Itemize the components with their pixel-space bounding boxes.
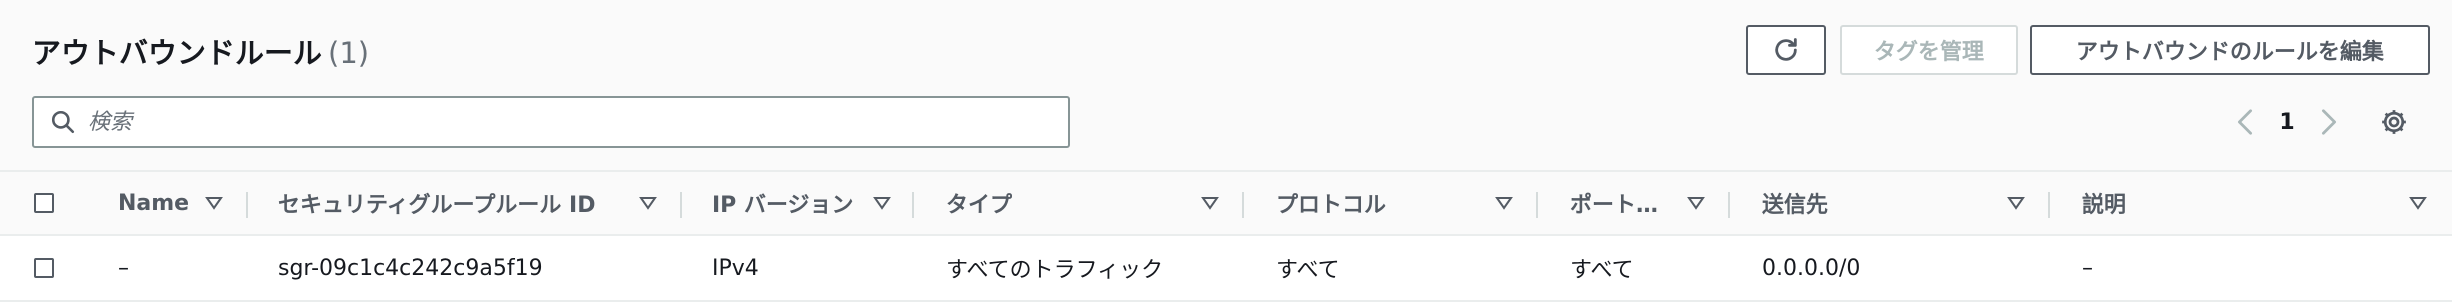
table-row[interactable]: – sgr-09c1c4c242c9a5f19 IPv4 すべてのトラフィック …	[0, 236, 2452, 300]
cell-type: すべてのトラフィック	[946, 258, 1164, 283]
current-page-number[interactable]: 1	[2272, 100, 2302, 144]
cell-rule-id: sgr-09c1c4c242c9a5f19	[278, 255, 543, 281]
select-all-checkbox[interactable]	[34, 193, 54, 213]
gear-icon	[2382, 110, 2406, 134]
cell-destination: 0.0.0.0/0	[1762, 255, 1861, 281]
sort-destination-icon[interactable]	[2006, 172, 2026, 234]
manage-tags-button[interactable]: タグを管理	[1840, 25, 2018, 75]
cell-port: すべて	[1570, 258, 1634, 283]
row-checkbox[interactable]	[34, 258, 54, 278]
sort-protocol-icon[interactable]	[1494, 172, 1514, 234]
column-divider[interactable]	[1242, 192, 1244, 218]
sort-rule-id-icon[interactable]	[638, 172, 658, 234]
column-header-rule-id[interactable]: セキュリティグループルール ID	[278, 172, 595, 234]
sort-ip-version-icon[interactable]	[872, 172, 892, 234]
rule-count: (1)	[328, 36, 370, 70]
row-checkbox-cell[interactable]	[34, 236, 54, 300]
column-divider[interactable]	[912, 192, 914, 218]
table-settings-button[interactable]	[2376, 104, 2412, 140]
column-header-protocol[interactable]: プロトコル	[1276, 172, 1386, 234]
sort-description-icon[interactable]	[2408, 172, 2428, 234]
select-all-checkbox-cell[interactable]	[34, 172, 54, 234]
refresh-icon	[1775, 38, 1797, 61]
column-header-type[interactable]: タイプ	[946, 172, 1012, 234]
search-input[interactable]	[86, 108, 990, 136]
search-icon	[48, 107, 78, 137]
column-header-ip-version[interactable]: IP バージョン	[712, 172, 854, 234]
column-divider[interactable]	[2048, 192, 2050, 218]
chevron-left-icon	[2238, 109, 2252, 135]
column-divider[interactable]	[246, 192, 248, 218]
page-title: アウトバウンドルール (1)	[32, 30, 369, 72]
table-header: Name セキュリティグループルール ID IP バージョン タイプ プロトコル…	[0, 170, 2452, 236]
refresh-button[interactable]	[1746, 25, 1826, 75]
cell-ip-version: IPv4	[712, 255, 759, 281]
cell-protocol: すべて	[1276, 258, 1340, 283]
sort-name-icon[interactable]	[204, 172, 224, 234]
cell-description: –	[2082, 255, 2093, 281]
edit-outbound-rules-button[interactable]: アウトバウンドのルールを編集	[2030, 25, 2430, 75]
chevron-right-icon	[2322, 109, 2336, 135]
search-field[interactable]	[32, 96, 1070, 148]
column-header-destination[interactable]: 送信先	[1762, 172, 1828, 234]
title-text: アウトバウンドルール	[32, 36, 323, 70]
sort-type-icon[interactable]	[1200, 172, 1220, 234]
next-page-button[interactable]	[2314, 100, 2344, 144]
column-header-port[interactable]: ポート…	[1570, 172, 1658, 234]
column-divider[interactable]	[1728, 192, 1730, 218]
previous-page-button[interactable]	[2230, 100, 2260, 144]
outbound-rules-panel: アウトバウンドルール(1) タグを管理 アウトバウンドのルールを編集 1	[0, 0, 2452, 302]
column-divider[interactable]	[680, 192, 682, 218]
column-divider[interactable]	[1536, 192, 1538, 218]
column-header-description[interactable]: 説明	[2082, 172, 2126, 234]
column-header-name[interactable]: Name	[118, 172, 189, 234]
cell-name: –	[118, 255, 129, 281]
sort-port-icon[interactable]	[1686, 172, 1706, 234]
